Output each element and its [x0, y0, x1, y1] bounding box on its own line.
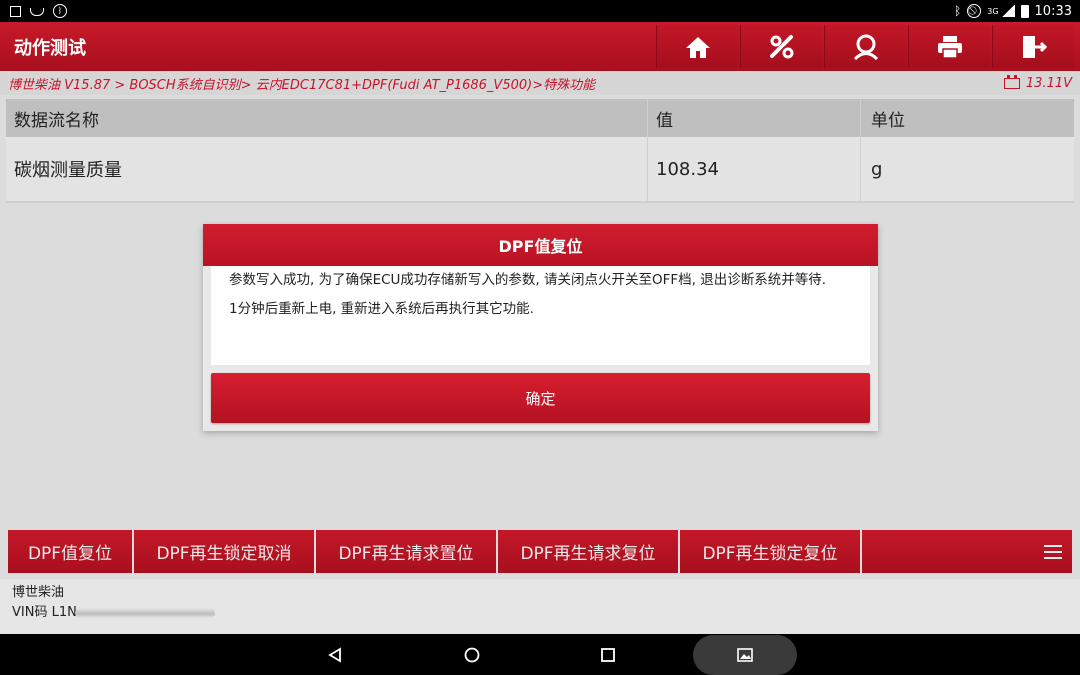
navigation-bar	[0, 634, 1080, 675]
exit-button[interactable]	[992, 25, 1074, 68]
recents-icon	[601, 648, 615, 662]
user-icon	[853, 34, 878, 60]
print-icon	[937, 35, 962, 59]
app-header: 动作测试	[0, 22, 1080, 71]
signal-icon	[1000, 5, 1015, 17]
ok-button[interactable]: 确定	[211, 373, 870, 423]
page-title: 动作测试	[14, 37, 86, 59]
data-stream-table: 数据流名称 值 单位 碳烟测量质量 108.34 g	[6, 99, 1074, 203]
dialog-message-2: 1分钟后重新上电, 重新进入系统后再执行其它功能.	[229, 301, 534, 317]
diagnostic-button[interactable]	[740, 25, 822, 68]
header-unit: 单位	[871, 110, 905, 131]
dpf-regen-lock-cancel-button[interactable]: DPF再生锁定取消	[134, 530, 314, 573]
breadcrumb-path: 博世柴油 V15.87 > BOSCH系统自识别> 云内EDC17C81+DPF…	[8, 77, 596, 93]
dialog-title: DPF值复位	[203, 224, 878, 266]
dialog-body: 参数写入成功, 为了确保ECU成功存储新写入的参数, 请关闭点火开关至OFF档,…	[211, 266, 870, 365]
row-unit: g	[871, 158, 883, 180]
battery-voltage: 13.11V	[1003, 74, 1072, 91]
back-button[interactable]	[324, 644, 346, 666]
vehicle-info: 博世柴油 VIN码 L1N	[0, 579, 1080, 634]
header-name: 数据流名称	[6, 99, 648, 137]
network-type: 3G	[987, 6, 999, 16]
menu-icon	[1044, 544, 1062, 559]
usb-icon	[30, 6, 44, 17]
header-value: 值	[648, 99, 861, 137]
dpf-regen-request-reset-button[interactable]: DPF再生请求复位	[498, 530, 678, 573]
vin-line: VIN码 L1N	[12, 603, 1068, 623]
user-button[interactable]	[824, 25, 906, 68]
screenshot-icon	[737, 648, 753, 662]
more-menu-button[interactable]	[862, 530, 1072, 573]
car-battery-icon	[1003, 74, 1020, 89]
home-nav-button[interactable]	[461, 644, 483, 666]
home-button[interactable]	[656, 25, 738, 68]
bluetooth-badge-icon: ᛒ	[53, 4, 67, 18]
diagnostic-icon	[769, 34, 793, 58]
vin-prefix: VIN码 L1N	[12, 605, 77, 620]
function-bar: DPF值复位 DPF再生锁定取消 DPF再生请求置位 DPF再生请求复位 DPF…	[8, 530, 1072, 573]
row-value: 108.34	[648, 137, 861, 201]
vin-redaction	[74, 607, 215, 618]
dpf-reset-button[interactable]: DPF值复位	[8, 530, 132, 573]
battery-icon	[1020, 4, 1029, 18]
image-icon	[10, 5, 21, 17]
exit-icon	[1022, 35, 1047, 58]
print-button[interactable]	[908, 25, 990, 68]
table-row[interactable]: 碳烟测量质量 108.34 g	[6, 137, 1074, 203]
bluetooth-icon: ᛒ	[954, 4, 962, 18]
table-header: 数据流名称 值 单位	[6, 99, 1074, 137]
no-sim-icon: ⃠	[967, 4, 982, 18]
home-circle-icon	[464, 647, 480, 663]
dpf-regen-request-set-button[interactable]: DPF再生请求置位	[316, 530, 496, 573]
reset-dialog: DPF值复位 参数写入成功, 为了确保ECU成功存储新写入的参数, 请关闭点火开…	[203, 224, 878, 431]
row-name: 碳烟测量质量	[6, 137, 648, 201]
dpf-regen-lock-reset-button[interactable]: DPF再生锁定复位	[680, 530, 860, 573]
clock: 10:33	[1034, 3, 1072, 19]
home-icon	[685, 36, 710, 58]
back-icon	[328, 647, 341, 663]
status-bar: ᛒ ᛒ ⃠ 3G 10:33	[0, 0, 1080, 22]
screenshot-button[interactable]	[693, 635, 797, 675]
recents-button[interactable]	[597, 644, 619, 666]
voltage-value: 13.11V	[1025, 75, 1072, 91]
breadcrumb: 博世柴油 V15.87 > BOSCH系统自识别> 云内EDC17C81+DPF…	[0, 71, 1080, 95]
dialog-message-1: 参数写入成功, 为了确保ECU成功存储新写入的参数, 请关闭点火开关至OFF档,…	[229, 272, 827, 288]
vehicle-name: 博世柴油	[12, 585, 65, 600]
